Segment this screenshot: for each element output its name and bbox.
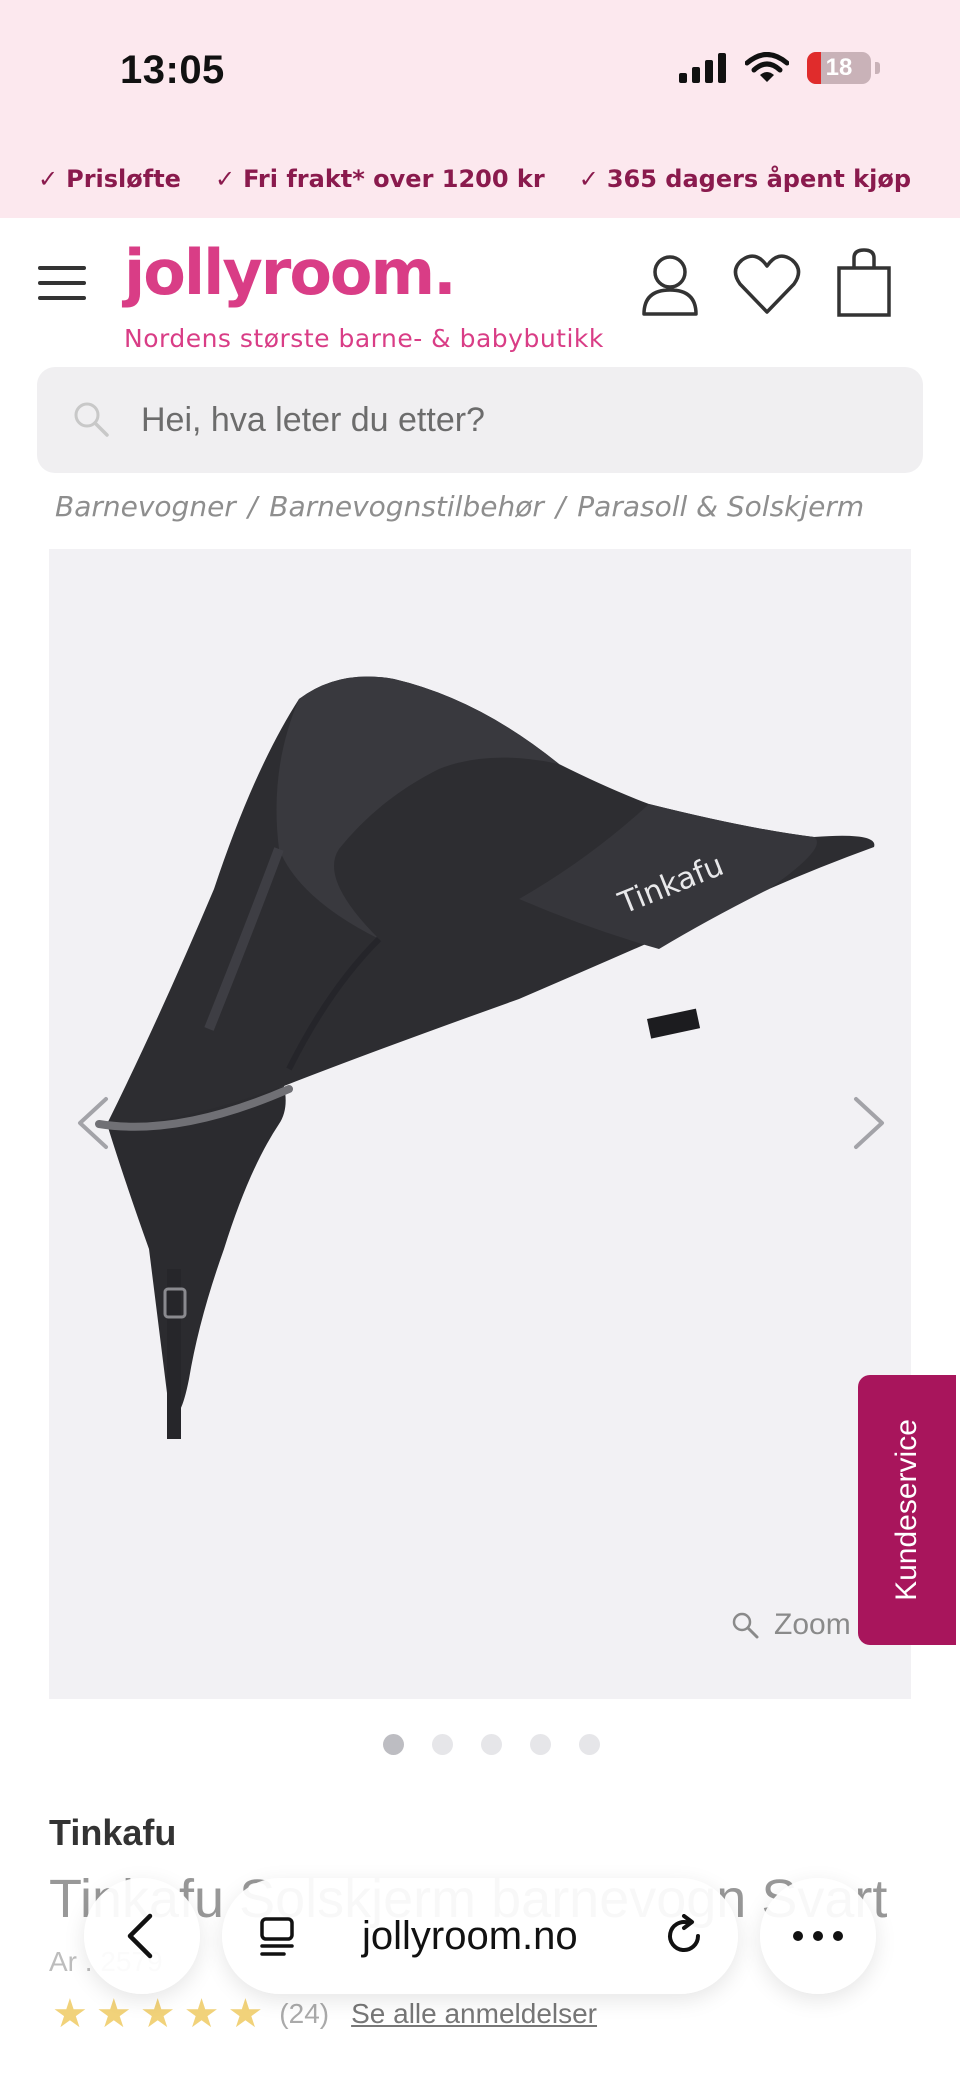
- kundeservice-tab[interactable]: Kundeservice: [858, 1375, 956, 1645]
- check-icon: ✓: [38, 165, 59, 193]
- address-bar[interactable]: jollyroom.no: [222, 1878, 738, 1994]
- url-text[interactable]: jollyroom.no: [362, 1914, 578, 1959]
- shopping-bag-icon[interactable]: [836, 248, 892, 318]
- tabs-overview-icon[interactable]: [258, 1916, 302, 1958]
- see-all-reviews-link[interactable]: Se alle anmeldelser: [351, 1998, 597, 2030]
- usp-label: 365 dagers åpent kjøp: [606, 165, 911, 193]
- browser-toolbar: jollyroom.no: [0, 1878, 960, 1998]
- wishlist-heart-icon[interactable]: [732, 252, 802, 316]
- product-rating[interactable]: ★ ★ ★ ★ ★ (24) Se alle anmeldelser: [52, 1994, 597, 2034]
- breadcrumb: Barnevogner / Barnevognstilbehør / Paras…: [55, 490, 864, 523]
- check-icon: ✓: [578, 165, 599, 193]
- product-brand[interactable]: Tinkafu: [49, 1812, 176, 1854]
- carousel-dot[interactable]: [530, 1734, 551, 1755]
- zoom-label: Zoom: [774, 1608, 851, 1641]
- browser-more-button[interactable]: [760, 1878, 876, 1994]
- search-input[interactable]: [141, 367, 901, 473]
- reload-icon[interactable]: [662, 1914, 706, 1958]
- breadcrumb-link[interactable]: Barnevognstilbehør: [269, 490, 544, 523]
- star-icon: ★: [52, 1992, 88, 2036]
- zoom-button[interactable]: Zoom: [730, 1608, 851, 1642]
- usp-item: ✓ Fri frakt* over 1200 kr: [215, 165, 545, 193]
- more-dots-icon: [793, 1931, 843, 1941]
- account-icon[interactable]: [640, 252, 700, 316]
- status-icons: 18: [679, 52, 880, 84]
- kundeservice-label: Kundeservice: [890, 1419, 923, 1601]
- search-bar[interactable]: [37, 367, 923, 473]
- usp-label: Fri frakt* over 1200 kr: [243, 165, 545, 193]
- site-tagline: Nordens største barne- & babybutikk: [124, 324, 604, 353]
- product-image-canopy: Tinkafu: [95, 676, 875, 1439]
- next-image-arrow-icon[interactable]: [850, 1095, 890, 1151]
- carousel-dot[interactable]: [432, 1734, 453, 1755]
- status-time: 13:05: [120, 48, 225, 92]
- browser-back-button[interactable]: [84, 1878, 200, 1994]
- carousel-dot[interactable]: [481, 1734, 502, 1755]
- battery-cap: [875, 62, 880, 74]
- breadcrumb-link[interactable]: Parasoll & Solskjerm: [577, 490, 864, 523]
- site-header: jollyroom. Nordens største barne- & baby…: [0, 218, 960, 368]
- breadcrumb-link[interactable]: Barnevogner: [55, 490, 236, 523]
- menu-icon[interactable]: [38, 266, 86, 300]
- cellular-signal-icon: [679, 53, 726, 83]
- carousel-dot[interactable]: [579, 1734, 600, 1755]
- battery-icon: 18: [807, 52, 871, 84]
- previous-image-arrow-icon[interactable]: [72, 1095, 112, 1151]
- usp-item: ✓ Prisløfte: [38, 165, 181, 193]
- breadcrumb-separator: /: [555, 490, 566, 523]
- star-icon: ★: [183, 1992, 220, 2036]
- breadcrumb-separator: /: [247, 490, 258, 523]
- product-image-gallery[interactable]: Tinkafu: [49, 549, 911, 1699]
- battery-level: 18: [825, 54, 853, 81]
- wifi-icon: [745, 52, 789, 82]
- star-icon: ★: [139, 1992, 176, 2036]
- carousel-dot-active[interactable]: [383, 1734, 404, 1755]
- carousel-dots: [383, 1734, 600, 1755]
- star-icon: ★: [95, 1992, 132, 2036]
- back-chevron-icon: [127, 1913, 153, 1959]
- usp-item: ✓ 365 dagers åpent kjøp: [579, 165, 911, 193]
- usp-bar: ✓ Prisløfte ✓ Fri frakt* over 1200 kr ✓ …: [0, 140, 960, 218]
- star-icon: ★: [227, 1992, 264, 2036]
- review-count: (24): [279, 1998, 330, 2029]
- usp-label: Prisløfte: [66, 165, 181, 193]
- check-icon: ✓: [214, 165, 236, 193]
- status-bar: 13:05 18: [0, 0, 960, 140]
- search-icon: [74, 402, 109, 437]
- site-logo[interactable]: jollyroom.: [124, 236, 457, 309]
- zoom-magnifier-icon: [732, 1612, 759, 1639]
